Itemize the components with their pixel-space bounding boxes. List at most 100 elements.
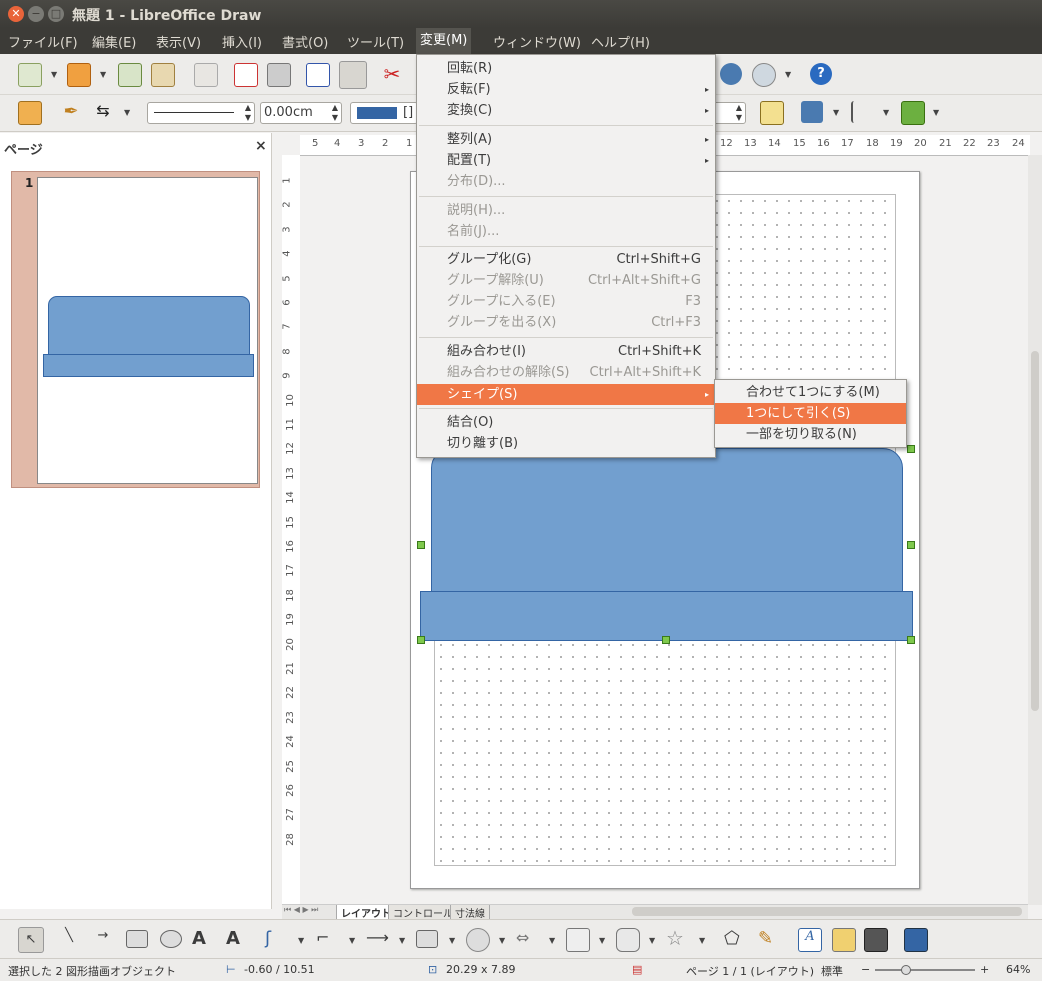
menu-item-subtract[interactable]: 1つにして引く(S)	[715, 403, 906, 424]
chevron-down-icon[interactable]: ▼	[833, 108, 839, 117]
chevron-down-icon[interactable]: ▼	[51, 70, 57, 79]
rectangle-tool-icon[interactable]	[126, 930, 148, 948]
page-thumbnail[interactable]: 1	[11, 171, 260, 488]
chevron-down-icon[interactable]: ▼	[449, 936, 455, 945]
line-style-icon[interactable]: ✒	[60, 101, 82, 123]
navigator-icon[interactable]	[720, 63, 742, 85]
chevron-down-icon[interactable]: ▼	[124, 108, 130, 117]
select-arrow-icon[interactable]: ↖	[18, 927, 44, 953]
menu-item-group[interactable]: グループ化(G) Ctrl+Shift+G	[417, 249, 715, 270]
arrange-icon[interactable]	[901, 101, 925, 125]
open-folder-icon[interactable]	[67, 63, 91, 87]
scroll-thumb[interactable]	[1031, 351, 1039, 711]
save-icon[interactable]	[118, 63, 142, 87]
menu-edit[interactable]: 編集(E)	[88, 32, 140, 51]
menu-view[interactable]: 表示(V)	[152, 32, 205, 51]
circles-icon[interactable]	[466, 928, 490, 952]
menu-help[interactable]: ヘルプ(H)	[587, 32, 654, 51]
menu-item-flip[interactable]: 反転(F) ▸	[417, 79, 715, 100]
selection-handle[interactable]	[417, 636, 425, 644]
insert-image-icon[interactable]	[832, 928, 856, 952]
menu-tools[interactable]: ツール(T)	[343, 32, 408, 51]
chevron-down-icon[interactable]: ▼	[883, 108, 889, 117]
chevron-down-icon[interactable]: ▼	[100, 70, 106, 79]
selection-handle[interactable]	[907, 636, 915, 644]
arrow-line-icon[interactable]: →	[92, 928, 114, 950]
zoom-icon[interactable]	[752, 63, 776, 87]
stars-icon[interactable]: ☆	[666, 926, 688, 950]
selection-handle[interactable]	[417, 541, 425, 549]
chevron-down-icon[interactable]: ▼	[649, 936, 655, 945]
email-icon[interactable]	[151, 63, 175, 87]
align-left-icon[interactable]	[851, 101, 875, 123]
menu-file[interactable]: ファイル(F)	[4, 32, 82, 51]
chevron-down-icon[interactable]: ▼	[298, 936, 304, 945]
3d-effects-icon[interactable]	[904, 928, 928, 952]
menu-item-ungroup[interactable]: グループ解除(U) Ctrl+Alt+Shift+G	[417, 270, 715, 291]
menu-item-split[interactable]: 組み合わせの解除(S) Ctrl+Alt+Shift+K	[417, 362, 715, 383]
export-pdf-icon[interactable]	[234, 63, 258, 87]
chevron-down-icon[interactable]: ▼	[349, 936, 355, 945]
line-style-select[interactable]: ▲ ▼	[147, 102, 255, 124]
curve-tool-icon[interactable]: ʃ	[265, 928, 287, 950]
menu-modify[interactable]: 変更(M)	[416, 28, 472, 54]
minimize-window-button[interactable]: −	[28, 6, 44, 22]
selection-handle[interactable]	[907, 445, 915, 453]
menu-item-enter-group[interactable]: グループに入る(E) F3	[417, 291, 715, 312]
menu-item-merge[interactable]: 合わせて1つにする(M)	[715, 382, 906, 403]
new-document-icon[interactable]	[18, 63, 42, 87]
menu-item-description[interactable]: 説明(H)...	[417, 200, 715, 221]
tab-nav-icon[interactable]: ⏮ ◀ ▶ ⏭	[284, 905, 318, 915]
cut-icon[interactable]: ✂	[381, 63, 403, 85]
menu-item-exit-group[interactable]: グループを出る(X) Ctrl+F3	[417, 312, 715, 333]
selection-handle[interactable]	[662, 636, 670, 644]
help-icon[interactable]: ?	[810, 63, 832, 85]
menu-item-combine[interactable]: 組み合わせ(I) Ctrl+Shift+K	[417, 341, 715, 362]
menu-item-convert[interactable]: 変換(C) ▸	[417, 100, 715, 121]
zoom-slider-thumb[interactable]	[901, 965, 911, 975]
close-icon[interactable]: ×	[255, 138, 267, 154]
spellcheck-icon[interactable]	[306, 63, 330, 87]
fontwork-icon[interactable]: A	[798, 928, 822, 952]
glue-points-icon[interactable]: ✎	[758, 928, 780, 950]
connector-icon[interactable]: ⌐	[316, 928, 338, 950]
ellipse-tool-icon[interactable]	[160, 930, 182, 948]
rounded-rectangle-shape[interactable]	[431, 448, 903, 598]
callouts-icon[interactable]	[616, 928, 640, 952]
styles-icon[interactable]	[18, 101, 42, 125]
vertical-text-icon[interactable]: A	[226, 928, 248, 950]
menu-item-intersect[interactable]: 一部を切り取る(N)	[715, 424, 906, 445]
menu-item-distribution[interactable]: 分布(D)...	[417, 171, 715, 192]
horizontal-scrollbar[interactable]	[632, 907, 1022, 916]
chevron-down-icon[interactable]: ▼	[499, 936, 505, 945]
vertical-scrollbar[interactable]	[1028, 155, 1042, 905]
menu-item-connect[interactable]: 結合(O)	[417, 412, 715, 433]
menu-item-align[interactable]: 整列(A) ▸	[417, 129, 715, 150]
lines-arrows-icon[interactable]: ⟶	[366, 928, 389, 950]
chevron-down-icon[interactable]: ▼	[599, 936, 605, 945]
menu-item-name[interactable]: 名前(J)...	[417, 221, 715, 242]
chevron-down-icon[interactable]: ▼	[399, 936, 405, 945]
zoom-in-button[interactable]: +	[980, 963, 989, 976]
menu-format[interactable]: 書式(O)	[278, 32, 332, 51]
block-arrows-icon[interactable]: ⇔	[516, 928, 538, 950]
text-tool-icon[interactable]: A	[192, 928, 214, 950]
menu-item-shapes[interactable]: シェイプ(S) ▸	[417, 384, 715, 405]
maximize-window-button[interactable]: □	[48, 6, 64, 22]
transformations-icon[interactable]	[801, 101, 823, 123]
close-window-button[interactable]: ✕	[8, 6, 24, 22]
line-color-select[interactable]: []	[350, 102, 418, 124]
rectangles-icon[interactable]	[416, 930, 438, 948]
selection-handle[interactable]	[907, 541, 915, 549]
menu-item-rotate[interactable]: 回転(R)	[417, 58, 715, 79]
line-tool-icon[interactable]: ╲	[58, 928, 80, 950]
chevron-down-icon[interactable]: ▼	[785, 70, 791, 79]
menu-window[interactable]: ウィンドウ(W)	[489, 32, 585, 51]
menu-insert[interactable]: 挿入(I)	[218, 32, 266, 51]
edit-file-icon[interactable]	[194, 63, 218, 87]
print-icon[interactable]	[267, 63, 291, 87]
shadow-icon[interactable]	[760, 101, 784, 125]
points-icon[interactable]: ⬠	[724, 928, 746, 950]
flowchart-icon[interactable]	[566, 928, 590, 952]
chevron-down-icon[interactable]: ▼	[933, 108, 939, 117]
